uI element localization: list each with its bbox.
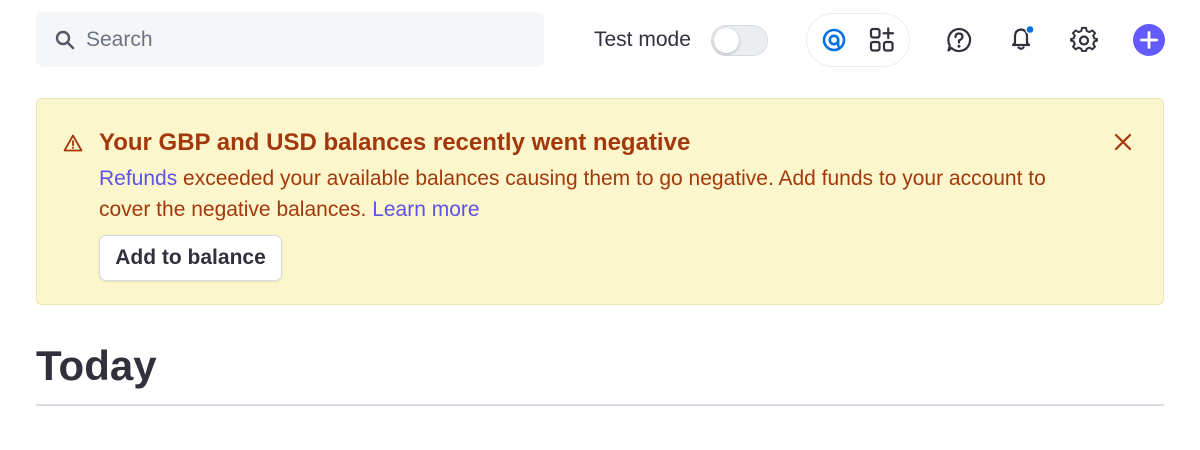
help-icon[interactable] [945, 26, 973, 54]
search-icon [55, 30, 75, 50]
negative-balance-banner: Your GBP and USD balances recently went … [36, 98, 1164, 305]
gear-icon[interactable] [1070, 26, 1098, 54]
add-to-balance-button[interactable]: Add to balance [99, 235, 282, 281]
warning-icon [63, 134, 83, 152]
refunds-link[interactable]: Refunds [99, 167, 177, 190]
notification-bell-icon[interactable] [1008, 24, 1036, 52]
radar-icon[interactable] [820, 26, 848, 54]
toggle-knob [714, 28, 739, 53]
add-plus-icon[interactable] [1133, 24, 1165, 56]
learn-more-link[interactable]: Learn more [372, 198, 479, 221]
close-icon[interactable] [1112, 131, 1134, 153]
banner-body: Refunds exceeded your available balances… [99, 163, 1059, 225]
divider [36, 404, 1164, 406]
apps-icon[interactable] [868, 26, 896, 54]
banner-title: Your GBP and USD balances recently went … [99, 129, 691, 156]
app-shortcuts-group [806, 13, 910, 67]
search-bar[interactable] [36, 12, 544, 67]
search-input[interactable] [86, 12, 526, 67]
test-mode-toggle[interactable] [711, 25, 768, 56]
test-mode-label: Test mode [594, 28, 691, 51]
page-title: Today [36, 342, 157, 389]
banner-body-text: exceeded your available balances causing… [99, 167, 1046, 221]
